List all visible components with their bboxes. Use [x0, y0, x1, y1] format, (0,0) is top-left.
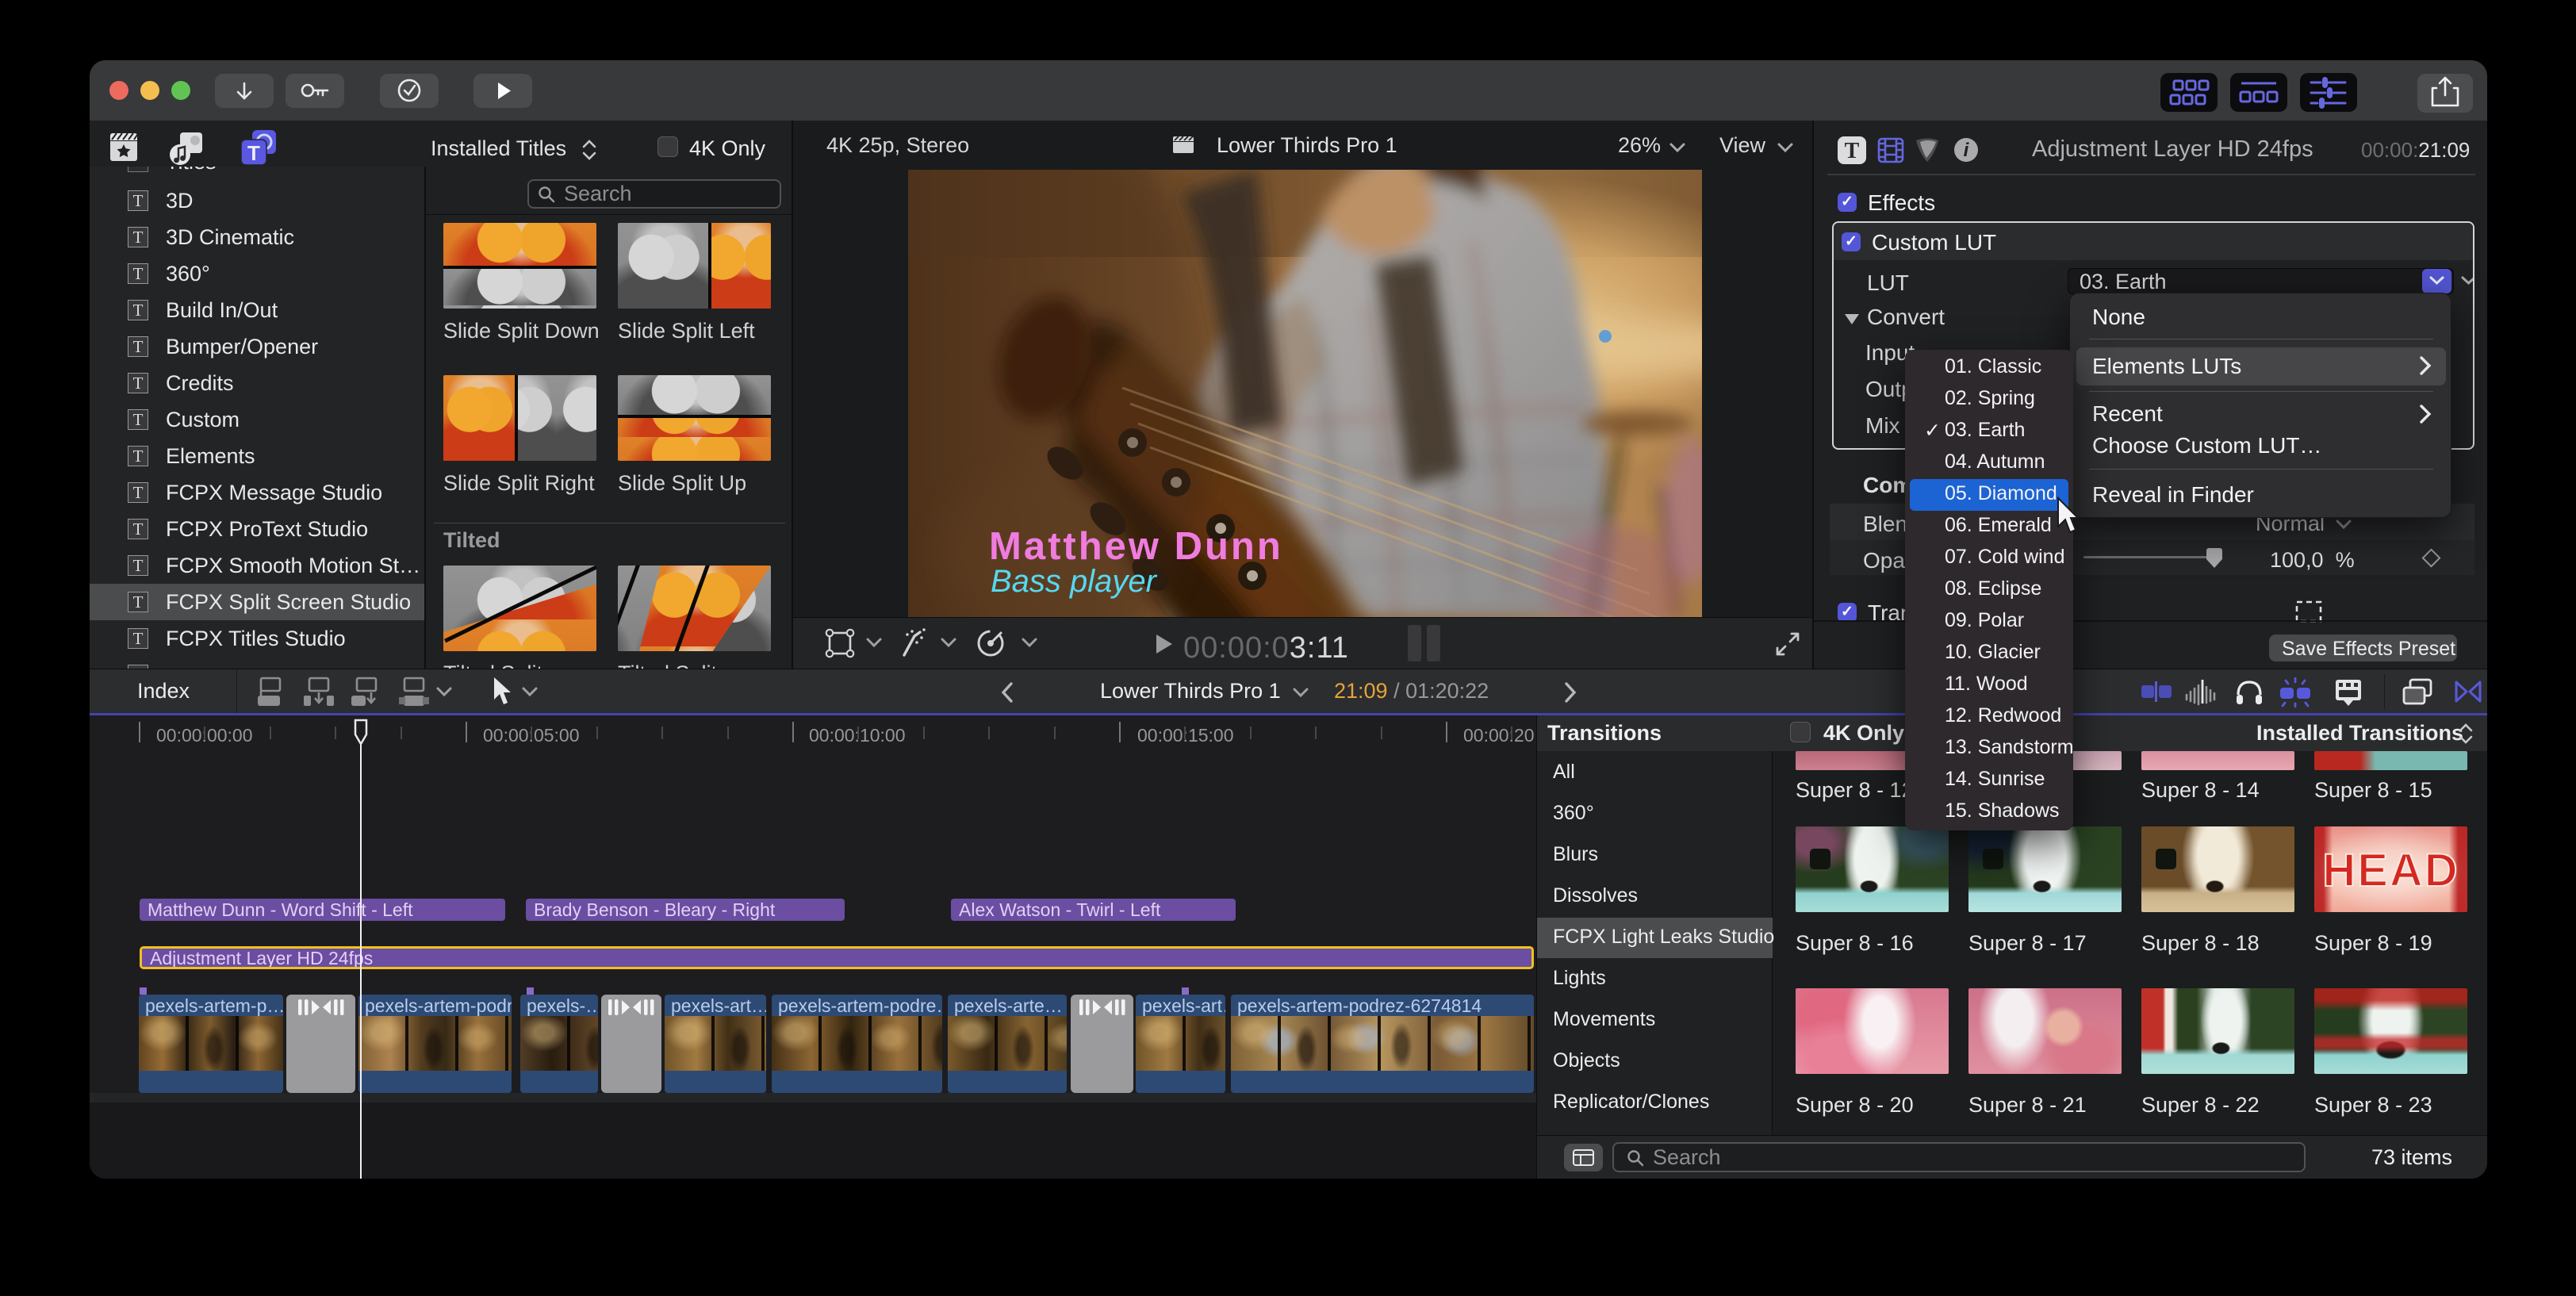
svg-text:Matthew Dunn: Matthew Dunn	[989, 525, 1283, 568]
svg-text:T: T	[247, 141, 260, 165]
svg-text:Bass player: Bass player	[991, 564, 1158, 599]
